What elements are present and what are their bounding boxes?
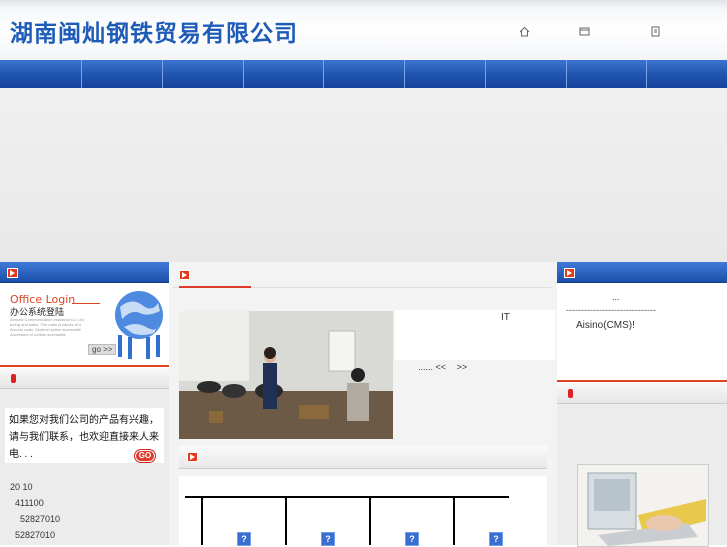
login-box-header xyxy=(0,262,169,283)
nav-divider xyxy=(646,60,647,88)
contact-message-panel: 如果您对我们公司的产品有兴趣，请与我们联系，也欢迎直接来人来电. . . GO xyxy=(5,408,164,463)
nav-divider xyxy=(404,60,405,88)
pin-icon xyxy=(568,389,573,398)
bookmark-icon xyxy=(579,27,590,36)
pager-next[interactable]: >> xyxy=(457,362,468,372)
pin-icon xyxy=(11,374,16,383)
news-photo[interactable] xyxy=(179,311,393,439)
pager-dots: ...... xyxy=(418,362,434,372)
table-col-line xyxy=(453,496,455,545)
nav-divider xyxy=(566,60,567,88)
news-tab-underline xyxy=(179,286,251,288)
nav-divider xyxy=(243,60,244,88)
contact-line-2: 411100 xyxy=(15,498,44,508)
home-icon xyxy=(519,26,530,37)
table-col-line xyxy=(285,496,287,545)
right-box-header xyxy=(557,262,727,283)
title-underline xyxy=(72,303,100,304)
missing-image-icon[interactable]: ? xyxy=(405,532,419,546)
top-header: 湖南闽灿钢铁贸易有限公司 xyxy=(0,0,727,60)
main-nav xyxy=(0,60,727,89)
red-divider xyxy=(0,365,169,367)
right-line-3: Aisino(CMS)! xyxy=(576,320,635,331)
contact-box-header xyxy=(0,368,169,389)
login-go-button[interactable]: go >> xyxy=(88,344,117,355)
computer-keyboard-image xyxy=(578,465,708,546)
red-divider xyxy=(557,380,727,382)
table-col-line xyxy=(369,496,371,545)
login-small-text: Amoele Communication industrial Co. Ltd.… xyxy=(10,317,85,337)
company-logo-text[interactable]: 湖南闽灿钢铁贸易有限公司 xyxy=(10,14,298,48)
missing-image-icon[interactable]: ? xyxy=(237,532,251,546)
missing-image-icon[interactable]: ? xyxy=(489,532,503,546)
table-top-line xyxy=(185,496,509,498)
meeting-photo-image xyxy=(179,311,393,439)
pager-prev[interactable]: << xyxy=(436,362,447,372)
arrow-icon xyxy=(187,452,198,462)
globe-people-image xyxy=(115,291,163,359)
arrow-icon xyxy=(7,268,18,278)
arrow-icon xyxy=(179,270,190,280)
nav-divider xyxy=(81,60,82,88)
arrow-icon xyxy=(564,268,575,278)
products-header xyxy=(179,446,547,469)
contact-line-3: 52827010 xyxy=(20,514,61,524)
english-link[interactable] xyxy=(651,26,663,39)
news-text-1: IT xyxy=(501,312,510,323)
products-table: ? ? ? ? xyxy=(179,476,547,546)
right-info-panel: ... ------------------------------ Aisin… xyxy=(557,283,727,380)
table-col-line xyxy=(201,496,203,545)
banner-area xyxy=(0,88,727,262)
missing-image-icon[interactable]: ? xyxy=(321,532,335,546)
right-line-2: ------------------------------ xyxy=(566,305,656,315)
favorite-link[interactable] xyxy=(579,26,590,40)
nav-divider xyxy=(323,60,324,88)
news-header xyxy=(173,263,551,288)
nav-divider xyxy=(162,60,163,88)
news-text-panel: IT xyxy=(395,310,555,360)
contact-line-1: 20 10 xyxy=(10,482,33,492)
news-pager: ...... << >> xyxy=(418,362,467,372)
office-login-panel[interactable]: Office Login 办公系统登陆 Amoele Communication… xyxy=(0,283,169,363)
computer-photo[interactable] xyxy=(577,464,709,547)
page-icon xyxy=(651,26,660,37)
home-link[interactable] xyxy=(519,26,530,40)
right-second-header xyxy=(557,383,727,404)
right-line-1: ... xyxy=(612,292,620,302)
contact-line-4: 52827010 xyxy=(15,530,56,540)
contact-go-button[interactable]: GO xyxy=(135,450,155,462)
nav-divider xyxy=(485,60,486,88)
